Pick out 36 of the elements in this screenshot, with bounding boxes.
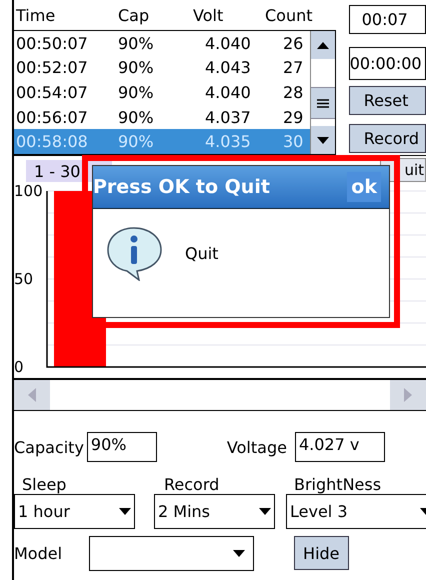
elapsed-field[interactable]: 00:00:00 (348, 47, 426, 80)
select-label: BrightNess (293, 475, 382, 494)
capacity-field[interactable]: 90% (86, 432, 157, 462)
caret-icon (259, 508, 271, 515)
scrollbar[interactable] (310, 31, 335, 154)
down-arrow-icon (316, 136, 329, 144)
select-label: Sleep (21, 475, 68, 494)
column-header: Count (265, 6, 314, 24)
y-tick-label: 50 (14, 270, 34, 288)
model-label: Model (14, 544, 62, 562)
info-icon (105, 225, 163, 281)
capacity-label: Capacity (14, 438, 84, 456)
up-arrow-icon (316, 42, 329, 48)
voltage-field[interactable]: 4.027 v (294, 432, 385, 462)
select-label: Record (163, 475, 220, 494)
horizontal-scrollbar[interactable] (14, 378, 426, 411)
voltage-label: Voltage (226, 438, 287, 456)
left-arrow-icon (28, 388, 36, 402)
model-dropdown[interactable] (89, 536, 254, 570)
right-arrow-icon (404, 388, 412, 402)
column-header: Volt (193, 6, 224, 24)
y-tick-label: 0 (14, 358, 24, 376)
dropdown[interactable]: 1 hour (14, 494, 135, 529)
timer-field: 00:07 (348, 5, 426, 34)
caret-icon (119, 508, 131, 515)
dialog-message: Quit (185, 244, 218, 262)
hide-button[interactable]: Hide (294, 536, 349, 570)
action-button[interactable]: Record (348, 124, 426, 153)
caret-icon (233, 550, 246, 556)
grip-icon (316, 98, 329, 108)
dropdown[interactable]: 2 Mins (154, 494, 275, 529)
action-button[interactable]: Reset (348, 86, 426, 115)
column-header: Cap (118, 6, 150, 24)
column-header: Time (16, 6, 56, 24)
dropdown[interactable]: Level 3 (286, 494, 426, 529)
y-tick-label: 100 (14, 182, 43, 200)
